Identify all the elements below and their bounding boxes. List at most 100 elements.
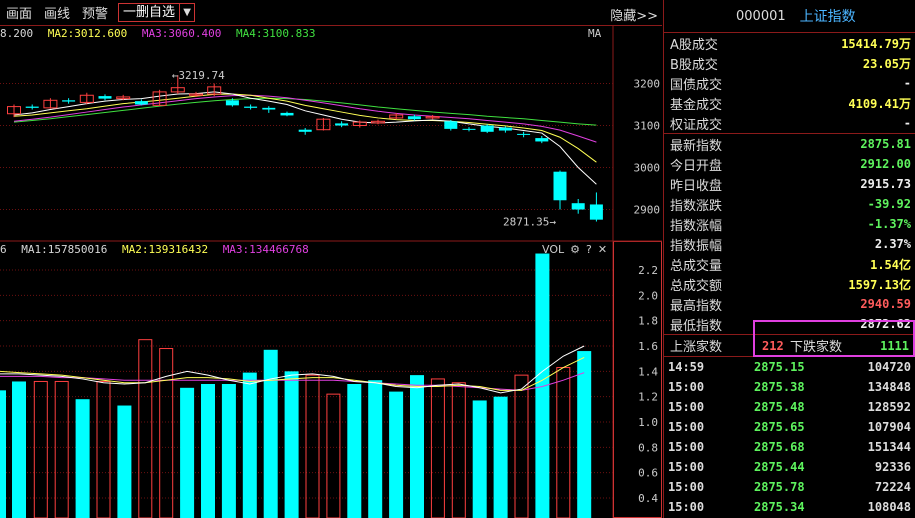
tick-row: 15:00 2875.34 108048	[664, 497, 915, 517]
volume-bar-down	[577, 351, 592, 518]
stat-row-0-label: 最新指数	[670, 138, 723, 154]
tick-row: 15:00 2875.38 134848	[664, 377, 915, 397]
stat-row-5: 指数振幅 2.37%	[664, 234, 915, 254]
kline-chart: 3200 3100 3000 2900 ←3219.74 2871.35→ 2.2 2.0 1.…	[0, 26, 662, 518]
candle-body-down	[225, 100, 239, 106]
turnover-row-2-label: 国债成交	[670, 77, 723, 93]
volume-bar-down	[12, 381, 26, 518]
tick-row: 15:00 2875.65 107904	[664, 417, 915, 437]
candle-body-down	[553, 171, 567, 201]
price-axis-tick: 2900	[634, 204, 661, 217]
stat-row-4-label: 指数涨幅	[670, 218, 723, 234]
stat-row-3-label: 指数涨跌	[670, 198, 723, 214]
stat-row-8-value: 2940.59	[860, 297, 911, 311]
tick-row: 15:00 2875.48 128592	[664, 397, 915, 417]
stat-row-2-value: 2915.73	[860, 177, 911, 191]
candle-body-down	[280, 112, 294, 116]
tick-time: 14:59	[668, 360, 705, 374]
candle-body-down	[262, 107, 276, 110]
tick-time: 15:00	[668, 400, 705, 414]
tick-volume: 104720	[867, 360, 911, 374]
turnover-row-4: 权证成交 -	[664, 113, 915, 133]
volume-bar-up	[556, 367, 571, 518]
volume-bar-up	[138, 339, 153, 518]
volume-bar-up	[430, 378, 445, 518]
candle-body-down	[480, 125, 494, 132]
tick-volume: 128592	[867, 400, 911, 414]
stat-row-8: 最高指数 2940.59	[664, 294, 915, 314]
tick-volume: 134848	[867, 380, 911, 394]
tick-price: 2875.65	[754, 420, 805, 434]
volume-bar-down	[263, 349, 278, 518]
volume-axis-tick: 1.6	[638, 340, 658, 353]
candle-body-down	[244, 106, 258, 108]
candle-body-down	[571, 203, 585, 210]
tick-price: 2875.48	[754, 400, 805, 414]
tick-volume: 72224	[874, 480, 911, 494]
tick-time: 15:00	[668, 440, 705, 454]
turnover-row-0-label: A股成交	[670, 37, 718, 53]
volume-bar-down	[0, 390, 6, 518]
volume-bar-down	[75, 399, 90, 518]
stat-row-7-value: 1597.13亿	[848, 277, 911, 292]
tick-price: 2875.38	[754, 380, 805, 394]
candle-body-down	[134, 101, 148, 105]
turnover-row-3-value: 4109.41万	[848, 96, 911, 111]
volume-bar-down	[201, 384, 215, 518]
turnover-row-4-label: 权证成交	[670, 117, 723, 133]
tick-price: 2875.15	[754, 360, 805, 374]
stat-row-9-label: 最低指数	[670, 318, 723, 334]
adv-label: 上涨家数	[670, 340, 723, 355]
stat-row-6: 总成交量 1.54亿	[664, 254, 915, 274]
stat-row-0-value: 2875.81	[860, 137, 911, 151]
volume-axis-tick: 1.2	[638, 391, 658, 404]
tick-volume: 92336	[874, 460, 911, 474]
price-axis-tick: 3100	[634, 120, 661, 133]
high-label: ←3219.74	[172, 69, 225, 82]
volume-bar-up	[451, 382, 466, 518]
turnover-row-2: 国债成交 -	[664, 73, 915, 93]
tick-price: 2875.44	[754, 460, 805, 474]
turnover-row-0: A股成交 15414.79万	[664, 33, 915, 53]
tick-price: 2875.34	[754, 500, 805, 514]
candle-body-down	[498, 127, 512, 131]
tick-time: 15:00	[668, 480, 705, 494]
tick-time: 15:00	[668, 380, 705, 394]
volume-bar-up	[326, 393, 341, 518]
volume-bar-down	[410, 375, 424, 518]
candle-body-down	[444, 121, 458, 129]
candle-body-down	[407, 116, 421, 120]
tick-volume: 107904	[867, 420, 911, 434]
volume-bar-down	[493, 396, 508, 518]
tick-row: 15:00 2875.68 151344	[664, 437, 915, 457]
volume-bar-down	[117, 405, 132, 518]
turnover-row-1: B股成交 23.05万	[664, 53, 915, 73]
volume-axis-tick: 2.2	[638, 264, 658, 277]
index-name: 上证指数	[799, 9, 856, 25]
ma3-line	[13, 94, 597, 143]
index-code: 000001	[736, 8, 786, 24]
stat-row-1-label: 今日开盘	[670, 158, 723, 174]
tick-list: 14:59 2875.15 104720 15:00 2875.38 134848 15:0…	[664, 357, 915, 517]
tick-price: 2875.68	[754, 440, 805, 454]
stat-row-4-value: -1.37%	[867, 217, 911, 231]
volume-bar-down	[535, 253, 550, 518]
stat-row-2: 昨日收盘 2915.73	[664, 174, 915, 194]
volume-bar-down	[389, 391, 404, 518]
volume-axis-tick: 1.8	[638, 315, 658, 328]
turnover-row-3-label: 基金成交	[670, 97, 723, 113]
breadth-highlight	[753, 320, 915, 357]
tick-time: 15:00	[668, 500, 705, 514]
turnover-row-2-value: -	[903, 76, 911, 90]
tick-time: 15:00	[668, 420, 705, 434]
price-axis-tick: 3000	[634, 162, 661, 175]
turnover-section: A股成交 15414.79万 B股成交 23.05万国债成交 - 基金成交 4109.41万…	[664, 33, 915, 134]
volume-bar-down	[242, 372, 257, 518]
stat-row-8-label: 最高指数	[670, 298, 723, 314]
stat-row-1-value: 2912.00	[860, 157, 911, 171]
quote-header: 000001 上证指数	[664, 0, 915, 33]
stat-row-3: 指数涨跌 -39.92	[664, 194, 915, 214]
tick-row: 15:00 2875.78 72224	[664, 477, 915, 497]
stat-row-3-value: -39.92	[867, 197, 911, 211]
tick-price: 2875.78	[754, 480, 805, 494]
